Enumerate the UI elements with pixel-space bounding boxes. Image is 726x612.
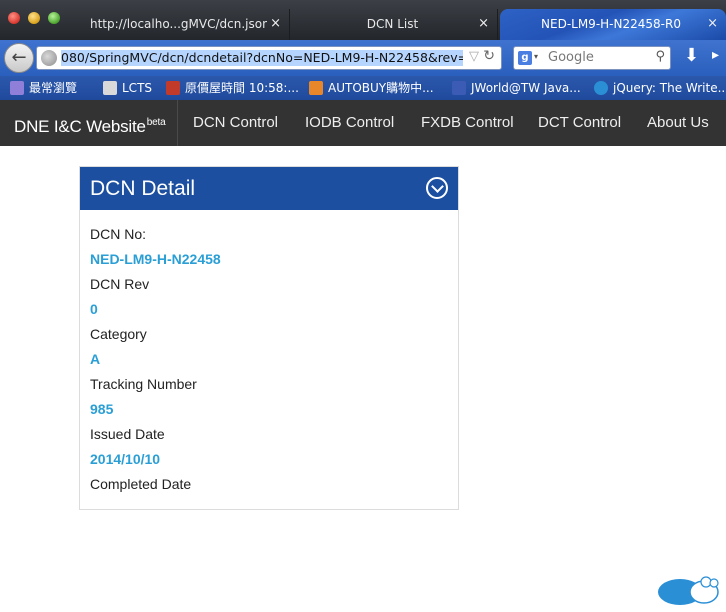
nav-dcn-control[interactable]: DCN Control: [193, 100, 278, 146]
download-icon[interactable]: ⬇: [684, 45, 699, 66]
issued-date-value: 2014/10/10: [90, 451, 161, 467]
nav-about-us[interactable]: About Us: [647, 100, 709, 146]
bookmark-most-visited[interactable]: 最常瀏覽: [10, 79, 90, 97]
bookmark-coolpc[interactable]: 原價屋時間 10:58:...: [166, 79, 300, 97]
tab-close-icon[interactable]: ×: [478, 9, 489, 39]
tab-close-icon[interactable]: ×: [707, 9, 718, 39]
bookmark-label: JWorld@TW Java...: [471, 81, 580, 95]
globe-icon: [41, 50, 57, 66]
site-brand[interactable]: DNE I&C Websitebeta: [14, 100, 166, 146]
tracking-number-label: Tracking Number: [90, 376, 197, 392]
ithome-watermark-logo: [658, 576, 719, 605]
browser-tab-dcn-json[interactable]: http://localho...gMVC/dcn.json ×: [72, 9, 290, 40]
search-box[interactable]: g ▾ Google ⚲: [513, 46, 671, 70]
nav-iodb-control[interactable]: IODB Control: [305, 100, 394, 146]
bookmark-jquery[interactable]: jQuery: The Write...: [594, 79, 726, 97]
back-arrow-icon: ←: [11, 47, 27, 68]
zoom-window-icon[interactable]: [48, 12, 60, 24]
dcn-no-label: DCN No:: [90, 226, 147, 242]
url-text[interactable]: 080/SpringMVC/dcn/dcndetail?dcnNo=NED-LM…: [61, 50, 463, 66]
bookmark-label: 最常瀏覽: [29, 81, 78, 95]
search-engine-dropdown-icon[interactable]: ▾: [534, 52, 538, 61]
panel-title: DCN Detail: [90, 177, 196, 200]
panel-header: DCN Detail: [80, 167, 458, 210]
category-label: Category: [90, 326, 147, 342]
house-icon: [166, 81, 180, 95]
jworld-icon: [452, 81, 466, 95]
category-value: A: [90, 351, 101, 367]
dcn-rev-value: 0: [90, 301, 98, 317]
dcn-rev-label: DCN Rev: [90, 276, 150, 292]
brand-beta-badge: beta: [146, 117, 166, 128]
nav-fxdb-control[interactable]: FXDB Control: [421, 100, 514, 146]
page-icon: [103, 81, 117, 95]
browser-tab-dcn-list[interactable]: DCN List ×: [292, 9, 498, 40]
dcn-no-value: NED-LM9-H-N22458: [90, 251, 221, 267]
close-window-icon[interactable]: [8, 12, 20, 24]
jquery-icon: [594, 81, 608, 95]
reload-icon[interactable]: ↻: [483, 48, 495, 64]
bookmark-star-icon[interactable]: ▽: [469, 49, 479, 64]
nav-dct-control[interactable]: DCT Control: [538, 100, 621, 146]
tab-close-icon[interactable]: ×: [270, 9, 281, 39]
minimize-window-icon[interactable]: [28, 12, 40, 24]
search-engine-icon[interactable]: g: [518, 51, 532, 65]
bookmark-label: LCTS: [122, 81, 153, 95]
bookmark-label: 原價屋時間 10:58:...: [185, 81, 299, 95]
folder-icon: [10, 81, 24, 95]
browser-toolbar: ← 080/SpringMVC/dcn/dcndetail?dcnNo=NED-…: [0, 40, 726, 76]
browser-tab-dcn-detail-active[interactable]: NED-LM9-H-N22458-R0 ×: [500, 9, 726, 40]
search-icon[interactable]: ⚲: [655, 49, 665, 64]
search-placeholder: Google: [548, 50, 594, 65]
browser-titlebar: http://localho...gMVC/dcn.json × DCN Lis…: [0, 0, 726, 40]
bookmark-lcts[interactable]: LCTS: [103, 79, 159, 97]
bookmark-label: AUTOBUY購物中...: [328, 81, 434, 95]
overflow-menu-icon[interactable]: ▸: [712, 47, 719, 63]
back-button[interactable]: ←: [4, 43, 34, 73]
completed-date-label: Completed Date: [90, 476, 192, 492]
collapse-chevron-icon[interactable]: [426, 177, 448, 199]
brand-name: DNE I&C Website: [14, 117, 146, 136]
tracking-number-value: 985: [90, 401, 114, 417]
autobuy-icon: [309, 81, 323, 95]
tab-label: NED-LM9-H-N22458-R0: [541, 17, 681, 31]
dcn-detail-panel: DCN Detail DCN No: NED-LM9-H-N22458 DCN …: [79, 166, 459, 510]
bookmark-autobuy[interactable]: AUTOBUY購物中...: [309, 79, 435, 97]
bookmarks-bar: 最常瀏覽 LCTS 原價屋時間 10:58:... AUTOBUY購物中... …: [0, 76, 726, 100]
tab-label: http://localho...gMVC/dcn.json: [90, 17, 267, 31]
tab-label: DCN List: [366, 17, 419, 31]
navbar-divider: [177, 100, 178, 146]
issued-date-label: Issued Date: [90, 426, 165, 442]
address-bar[interactable]: 080/SpringMVC/dcn/dcndetail?dcnNo=NED-LM…: [36, 46, 502, 70]
bookmark-label: jQuery: The Write...: [613, 81, 726, 95]
bookmark-jworld[interactable]: JWorld@TW Java...: [452, 79, 580, 97]
site-navbar: DNE I&C Websitebeta DCN Control IODB Con…: [0, 100, 726, 146]
